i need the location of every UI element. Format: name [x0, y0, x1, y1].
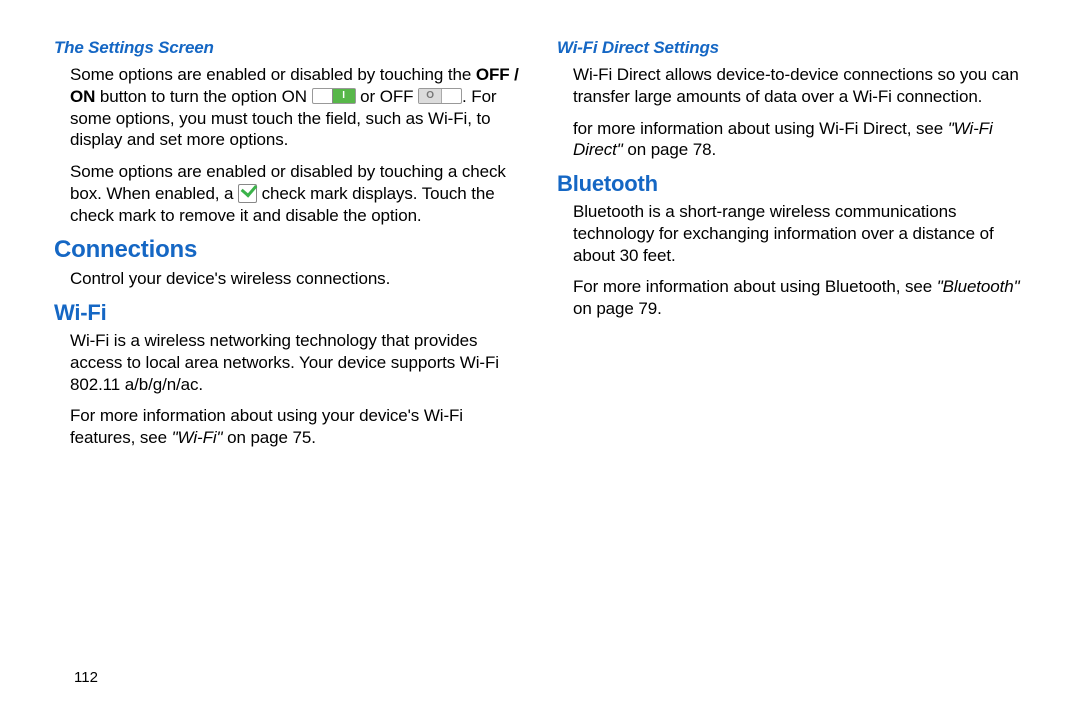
text: on page 78.	[623, 140, 716, 159]
para-bt-1: Bluetooth is a short-range wireless comm…	[557, 201, 1030, 266]
left-column: The Settings Screen Some options are ena…	[54, 38, 527, 720]
text: For more information about using Bluetoo…	[573, 277, 937, 296]
para-connections: Control your device's wireless connectio…	[54, 268, 527, 290]
text: or OFF	[356, 87, 418, 106]
para-wifi-1: Wi-Fi is a wireless networking technolog…	[54, 330, 527, 395]
toggle-on-icon	[312, 88, 356, 104]
para-bt-2: For more information about using Bluetoo…	[557, 276, 1030, 320]
checkmark-icon	[238, 184, 257, 203]
page: The Settings Screen Some options are ena…	[0, 0, 1080, 720]
heading-connections: Connections	[54, 236, 527, 264]
text: button to turn the option ON	[95, 87, 311, 106]
heading-wifi: Wi-Fi	[54, 300, 527, 326]
text: on page 79.	[573, 299, 662, 318]
toggle-off-icon	[418, 88, 462, 104]
right-column: Wi-Fi Direct Settings Wi-Fi Direct allow…	[557, 38, 1030, 720]
ref-bluetooth: "Bluetooth"	[937, 277, 1020, 296]
para-wfd-2: for more information about using Wi-Fi D…	[557, 118, 1030, 162]
page-number: 112	[74, 669, 98, 686]
text: on page 75.	[222, 428, 315, 447]
heading-wifi-direct: Wi-Fi Direct Settings	[557, 38, 1030, 58]
text: for more information about using Wi-Fi D…	[573, 119, 948, 138]
para-wifi-2: For more information about using your de…	[54, 405, 527, 449]
ref-wifi: "Wi-Fi"	[172, 428, 223, 447]
para-settings-1: Some options are enabled or disabled by …	[54, 64, 527, 151]
text: Some options are enabled or disabled by …	[70, 65, 476, 84]
heading-settings-screen: The Settings Screen	[54, 38, 527, 58]
para-wfd-1: Wi-Fi Direct allows device-to-device con…	[557, 64, 1030, 108]
para-settings-2: Some options are enabled or disabled by …	[54, 161, 527, 226]
heading-bluetooth: Bluetooth	[557, 171, 1030, 197]
